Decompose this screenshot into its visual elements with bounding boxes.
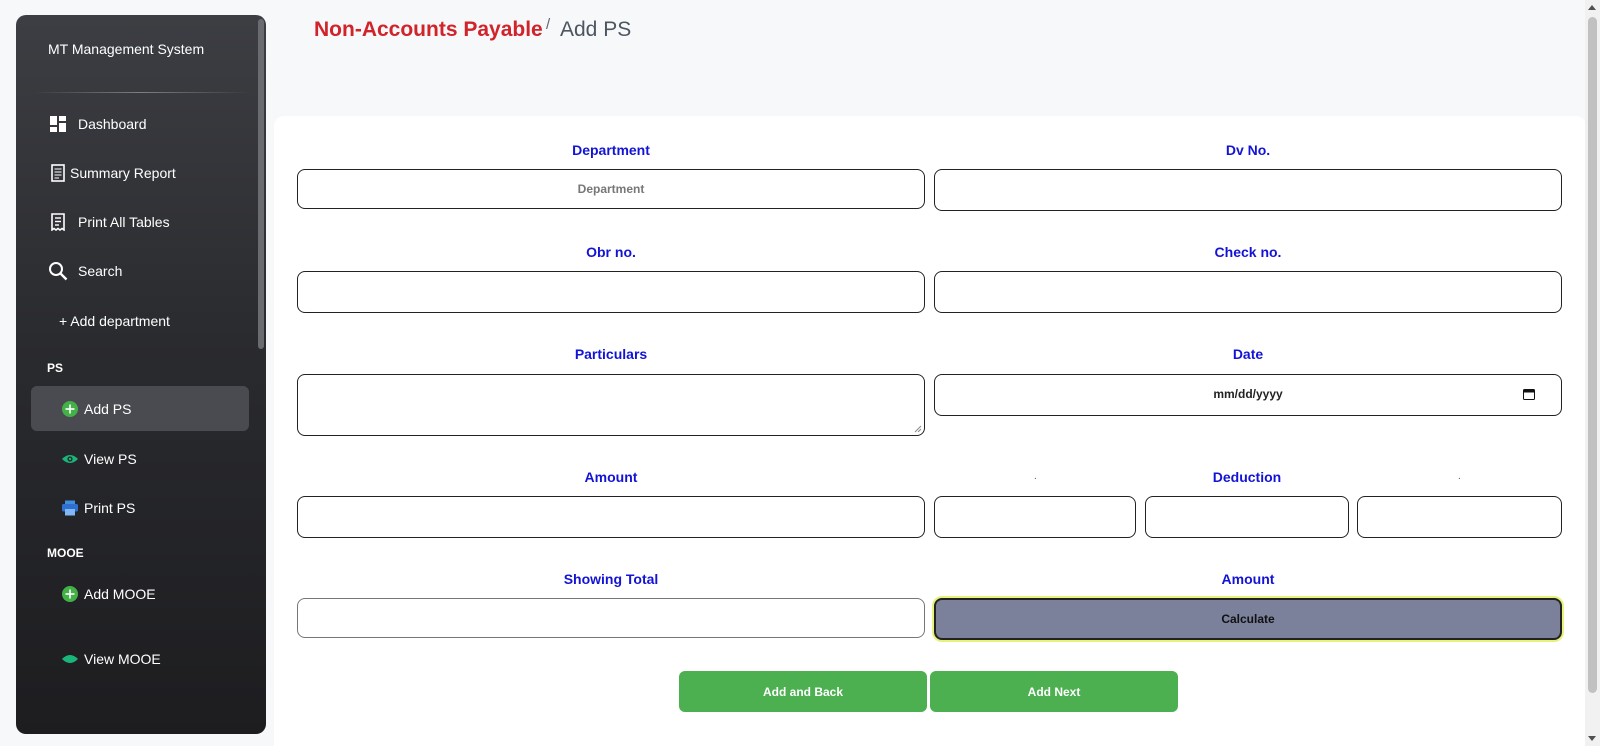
amount-input[interactable] (298, 497, 924, 537)
document-icon (48, 163, 68, 183)
eye-icon (60, 449, 80, 469)
sidebar-item-label: View MOOE (84, 651, 161, 665)
search-icon (48, 261, 68, 281)
add-circle-icon (60, 584, 80, 604)
date-label: Date (1232, 346, 1264, 362)
sidebar-scrollbar[interactable] (258, 19, 264, 349)
deduction-dot-1: . (1034, 471, 1037, 482)
add-and-back-button[interactable]: Add and Back (679, 671, 927, 712)
add-circle-icon (60, 399, 80, 419)
sidebar-item-label: Summary Report (70, 164, 176, 181)
sidebar-item-label: View PS (84, 450, 137, 467)
showing-total-field[interactable] (297, 598, 925, 638)
date-field[interactable]: mm/dd/yyyy (934, 374, 1562, 416)
sidebar-item-view-mooe[interactable]: View MOOE (31, 651, 249, 665)
particulars-field[interactable] (297, 374, 925, 436)
scroll-down-icon[interactable] (1588, 736, 1596, 741)
deduction-field-1[interactable] (934, 496, 1136, 538)
sidebar-divider (32, 92, 250, 93)
obr-no-field[interactable] (297, 271, 925, 313)
showing-total-label: Showing Total (563, 571, 659, 587)
obr-no-input[interactable] (298, 272, 924, 312)
receipt-icon (48, 212, 68, 232)
deduction-label: Deduction (1212, 469, 1282, 485)
resize-grip-icon[interactable] (914, 425, 922, 433)
department-label: Department (572, 142, 650, 158)
amount-total-label: Amount (1221, 571, 1275, 587)
deduction-input-3[interactable] (1358, 497, 1561, 537)
section-label-ps: PS (47, 361, 64, 375)
sidebar-item-print-ps[interactable]: Print PS (31, 485, 249, 530)
breadcrumb-current: Add PS (560, 18, 632, 41)
calculate-button[interactable]: Calculate (934, 598, 1562, 640)
deduction-dot-2: . (1458, 471, 1461, 482)
section-label-mooe: MOOE (47, 546, 84, 560)
sidebar-item-label: Dashboard (78, 115, 147, 132)
particulars-textarea[interactable] (298, 375, 924, 435)
page-scrollbar[interactable] (1585, 0, 1600, 746)
add-next-button[interactable]: Add Next (930, 671, 1178, 712)
dashboard-icon (48, 114, 68, 134)
sidebar-item-label: + Add department (59, 312, 170, 329)
deduction-field-3[interactable] (1357, 496, 1562, 538)
check-no-input[interactable] (935, 272, 1561, 312)
brand-title: MT Management System (48, 41, 205, 57)
sidebar-item-dashboard[interactable]: Dashboard (31, 101, 249, 146)
particulars-label: Particulars (574, 346, 648, 362)
sidebar-item-label: Print PS (84, 499, 136, 516)
breadcrumb-title[interactable]: Non-Accounts Payable (314, 18, 543, 42)
showing-total-input[interactable] (298, 599, 924, 637)
check-no-label: Check no. (1214, 244, 1282, 260)
deduction-input-1[interactable] (935, 497, 1135, 537)
sidebar-item-view-ps[interactable]: View PS (31, 436, 249, 481)
sidebar-item-print-all-tables[interactable]: Print All Tables (31, 199, 249, 244)
deduction-input-2[interactable] (1146, 497, 1348, 537)
sidebar: MT Management System Dashboard Summary R… (16, 15, 266, 734)
sidebar-clip: View MOOE (31, 651, 249, 665)
sidebar-item-label: Print All Tables (78, 213, 170, 230)
department-input[interactable] (298, 170, 924, 208)
calendar-icon[interactable] (1523, 388, 1535, 400)
department-field[interactable] (297, 169, 925, 209)
sidebar-item-search[interactable]: Search (31, 248, 249, 293)
sidebar-item-add-department[interactable]: + Add department (31, 298, 249, 343)
date-value: mm/dd/yyyy (1213, 387, 1283, 401)
sidebar-item-label: Add PS (84, 400, 132, 417)
page-scrollbar-thumb[interactable] (1588, 17, 1597, 693)
printer-icon (60, 498, 80, 518)
obr-no-label: Obr no. (586, 244, 636, 260)
sidebar-item-summary-report[interactable]: Summary Report (31, 150, 249, 195)
amount-field[interactable] (297, 496, 925, 538)
check-no-field[interactable] (934, 271, 1562, 313)
dv-no-label: Dv No. (1225, 142, 1271, 158)
sidebar-item-add-ps[interactable]: Add PS (31, 386, 249, 431)
sidebar-item-add-mooe[interactable]: Add MOOE (31, 571, 249, 616)
dv-no-input[interactable] (935, 170, 1561, 210)
scroll-up-icon[interactable] (1588, 5, 1596, 10)
breadcrumb-separator: / (546, 16, 551, 33)
eye-icon (60, 651, 80, 665)
sidebar-item-label: Search (78, 262, 123, 279)
deduction-field-2[interactable] (1145, 496, 1349, 538)
dv-no-field[interactable] (934, 169, 1562, 211)
sidebar-item-label: Add MOOE (84, 585, 156, 602)
amount-label: Amount (584, 469, 638, 485)
